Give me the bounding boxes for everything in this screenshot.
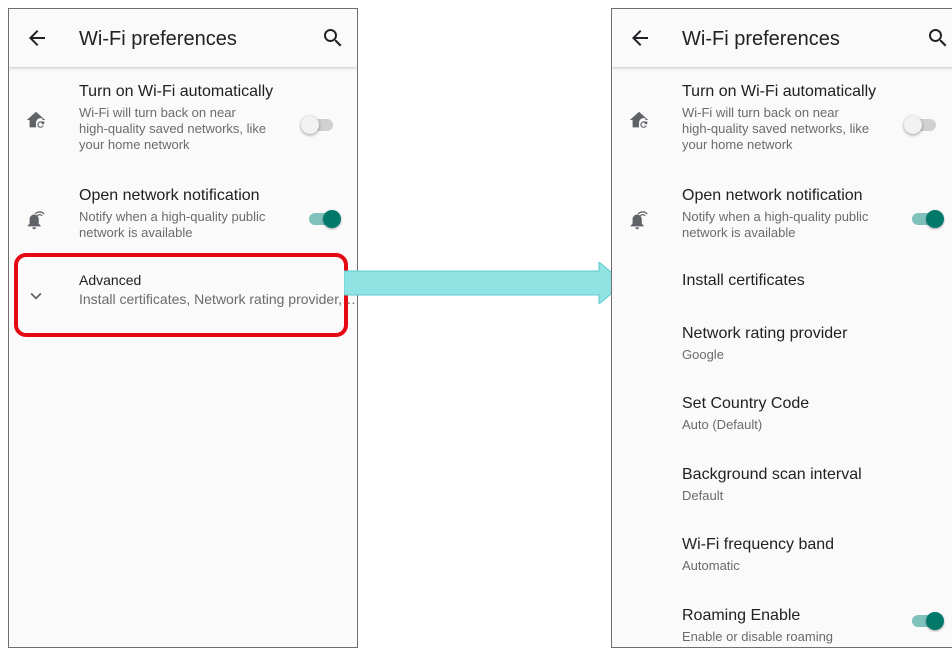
- page-title: Wi-Fi preferences: [79, 28, 237, 50]
- home-auto-icon: [26, 111, 46, 128]
- background-scan-interval-title: Background scan interval: [682, 466, 862, 483]
- search-icon[interactable]: [926, 26, 950, 50]
- turn-on-wifi-toggle[interactable]: [904, 113, 938, 135]
- roaming-enable-title: Roaming Enable: [682, 607, 801, 624]
- open-network-toggle[interactable]: [910, 207, 944, 229]
- turn-on-wifi-subtitle: Wi-Fi will turn back on near high-qualit…: [79, 105, 267, 152]
- roaming-enable-row[interactable]: Roaming Enable Enable or disable roaming: [612, 605, 952, 647]
- wifi-frequency-band-title: Wi-Fi frequency band: [682, 536, 835, 553]
- open-network-title: Open network notification: [682, 187, 863, 204]
- install-certificates-row[interactable]: Install certificates: [612, 267, 952, 307]
- turn-on-wifi-title: Turn on Wi-Fi automatically: [79, 83, 274, 100]
- turn-on-wifi-automatically-row[interactable]: Turn on Wi-Fi automatically Wi-Fi will t…: [612, 81, 952, 161]
- open-network-title: Open network notification: [79, 187, 260, 204]
- background-scan-interval-value: Default: [682, 488, 724, 503]
- network-rating-provider-value: Google: [682, 347, 724, 362]
- open-network-subtitle: Notify when a high-quality public networ…: [682, 209, 869, 240]
- app-bar: Wi-Fi preferences: [612, 9, 952, 67]
- app-bar: Wi-Fi preferences: [9, 9, 357, 67]
- home-auto-icon: [629, 111, 649, 128]
- page-title: Wi-Fi preferences: [682, 28, 840, 50]
- turn-on-wifi-subtitle: Wi-Fi will turn back on near high-qualit…: [682, 105, 870, 152]
- roaming-enable-subtitle: Enable or disable roaming: [682, 629, 834, 644]
- set-country-code-row[interactable]: Set Country Code Auto (Default): [612, 393, 952, 443]
- screen-after: Wi-Fi preferences Turn on Wi-Fi automati…: [611, 8, 952, 648]
- back-arrow-icon[interactable]: [25, 26, 49, 50]
- notification-wifi-icon: [27, 211, 45, 230]
- open-network-subtitle: Notify when a high-quality public networ…: [79, 209, 266, 240]
- open-network-notification-row[interactable]: Open network notification Notify when a …: [612, 185, 952, 245]
- notification-wifi-icon: [630, 211, 648, 230]
- background-scan-interval-row[interactable]: Background scan interval Default: [612, 464, 952, 514]
- transition-arrow-icon: [344, 262, 624, 304]
- set-country-code-value: Auto (Default): [682, 417, 763, 432]
- search-icon[interactable]: [321, 26, 345, 50]
- set-country-code-title: Set Country Code: [682, 395, 810, 412]
- back-arrow-icon[interactable]: [628, 26, 652, 50]
- roaming-enable-toggle[interactable]: [910, 609, 944, 631]
- install-certificates-title: Install certificates: [682, 272, 805, 289]
- network-rating-provider-title: Network rating provider: [682, 325, 848, 342]
- open-network-notification-row[interactable]: Open network notification Notify when a …: [9, 185, 357, 245]
- wifi-frequency-band-value: Automatic: [682, 558, 740, 573]
- wifi-frequency-band-row[interactable]: Wi-Fi frequency band Automatic: [612, 534, 952, 584]
- turn-on-wifi-automatically-row[interactable]: Turn on Wi-Fi automatically Wi-Fi will t…: [9, 81, 357, 161]
- turn-on-wifi-toggle[interactable]: [301, 113, 335, 135]
- advanced-highlight-box: [14, 253, 348, 337]
- turn-on-wifi-title: Turn on Wi-Fi automatically: [682, 83, 877, 100]
- network-rating-provider-row[interactable]: Network rating provider Google: [612, 323, 952, 373]
- open-network-toggle[interactable]: [307, 207, 341, 229]
